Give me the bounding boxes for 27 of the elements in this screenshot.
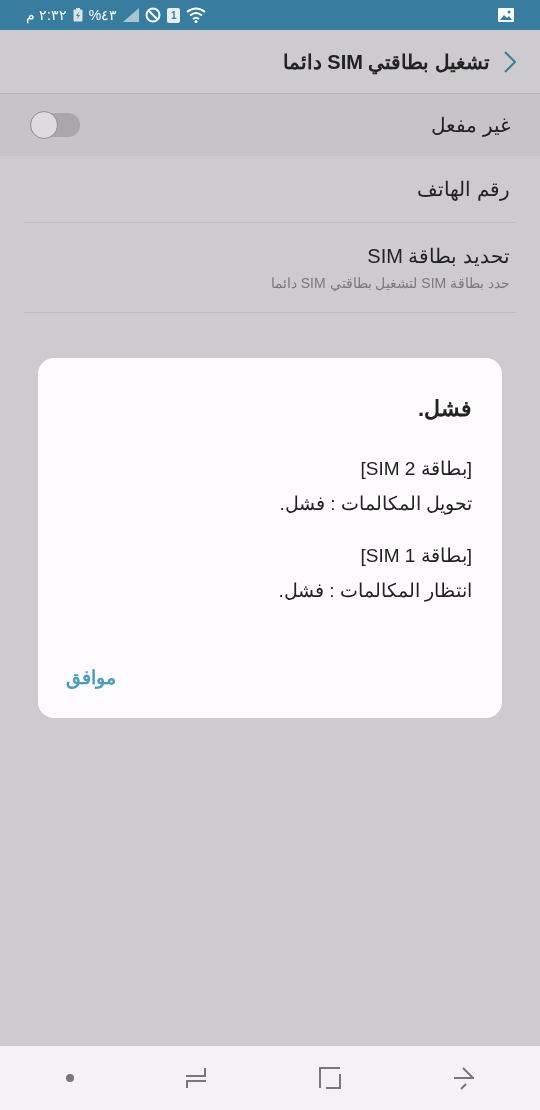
blocked-icon [145,7,162,23]
dialog-title: فشل. [416,395,472,423]
dot-icon[interactable] [65,1074,74,1082]
settings-item[interactable]: رقم الهاتف [24,156,516,222]
battery-level: ٤٣% [88,5,118,25]
recent-apps-icon[interactable] [184,1066,207,1090]
image-icon [498,8,514,22]
home-icon[interactable] [317,1066,342,1090]
message-heading: [بطاقة SIM 1] [359,544,472,568]
battery-icon [72,8,83,22]
back-icon[interactable] [504,50,516,73]
item-title: رقم الهاتف [416,177,510,203]
settings-item[interactable]: تحديد بطاقة SIM حدد بطاقة SIM لتشغيل بطاقتي SIM دائما [24,222,516,312]
message-text: انتظار المكالمات : فشل. [277,578,472,604]
switch-label: غير مفعل [431,113,510,139]
toggle-switch[interactable] [30,113,80,137]
clock: ٢:٣٢ م [26,5,67,26]
message-heading: [بطاقة SIM 2] [359,457,472,481]
wifi-icon [186,7,207,23]
sim-indicator: 1 [167,7,181,23]
back-arrow-icon[interactable] [452,1066,475,1090]
signal-icon [123,8,140,22]
message-text: تحويل المكالمات : فشل. [278,491,472,517]
item-subtitle: حدد بطاقة SIM لتشغيل بطاقتي SIM دائما [269,274,510,293]
page-title: تشغيل بطاقتي SIM دائما [282,49,490,77]
item-title: تحديد بطاقة SIM [366,244,510,269]
master-switch-bar[interactable]: غير مفعل [0,94,540,156]
